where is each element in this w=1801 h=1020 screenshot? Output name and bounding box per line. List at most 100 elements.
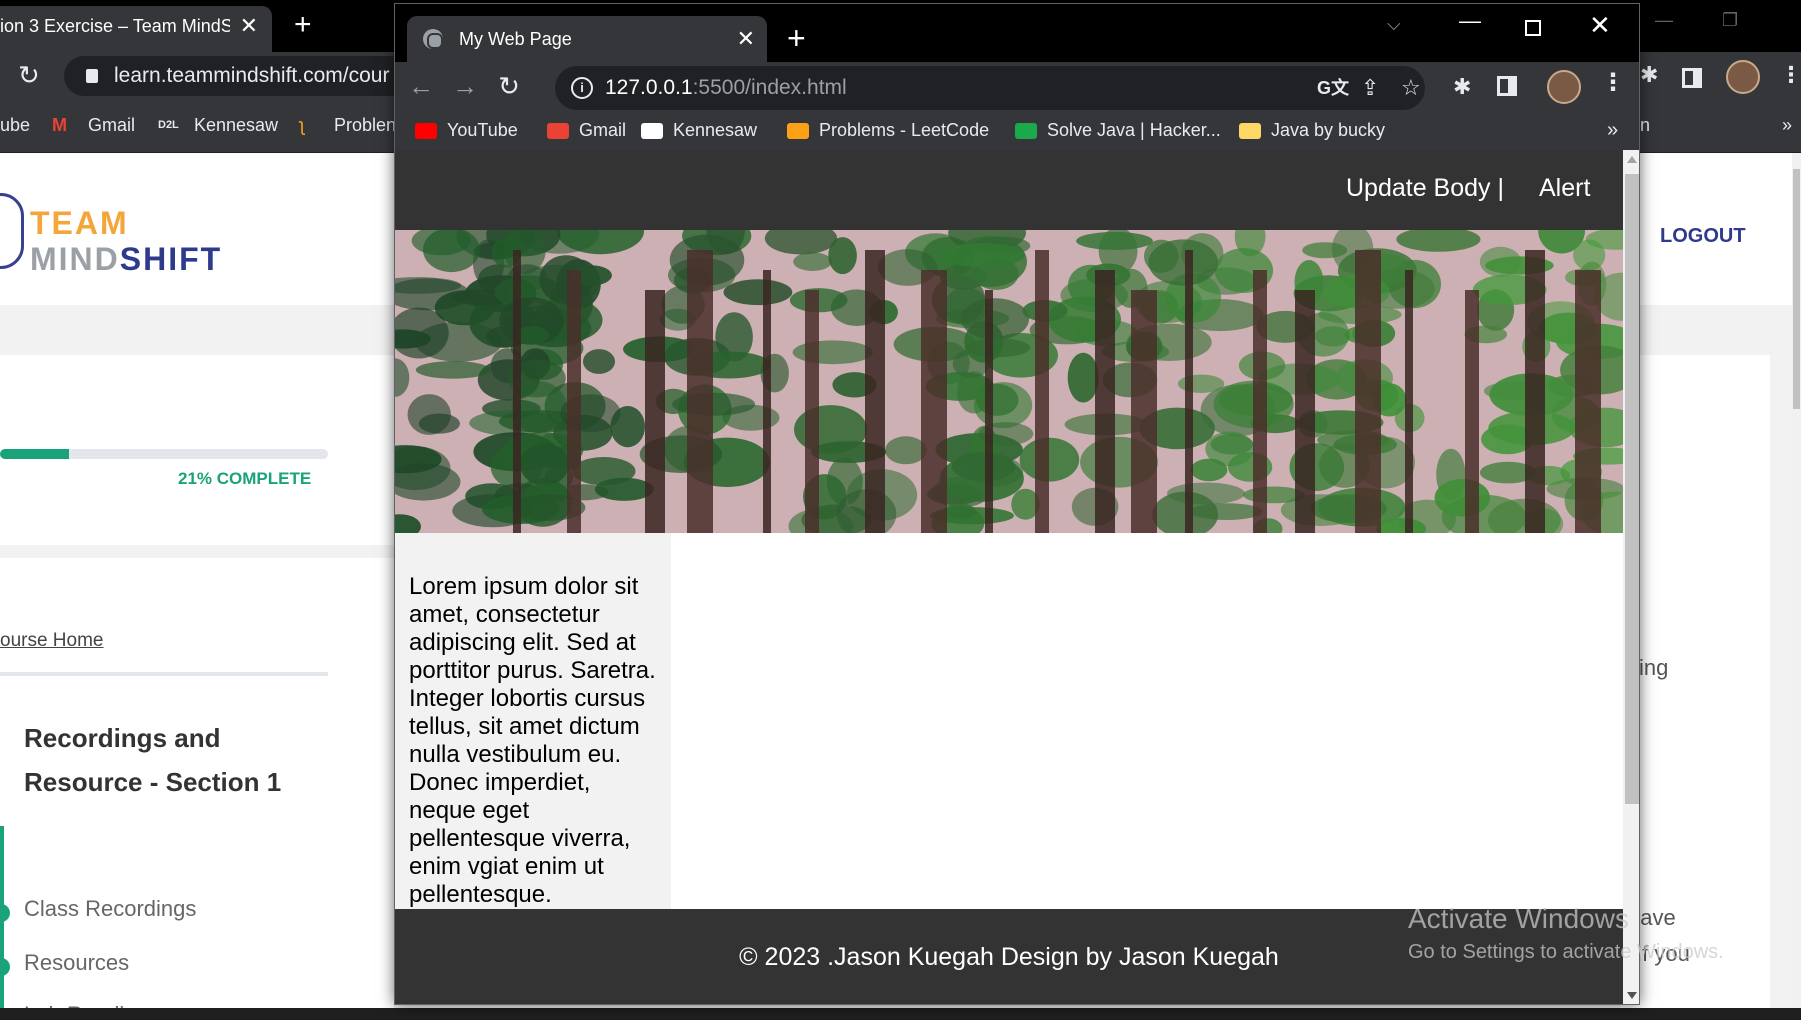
section-progress-rail xyxy=(0,826,4,1020)
background-scrollbar-thumb[interactable] xyxy=(1793,169,1800,409)
forward-arrow-icon[interactable]: → xyxy=(447,68,483,104)
bookmark-label: Gmail xyxy=(579,120,627,140)
background-scrollbar[interactable] xyxy=(1792,153,1801,1008)
background-bookmark-partial[interactable]: n xyxy=(1640,102,1650,148)
panel-divider xyxy=(0,672,328,676)
browser-toolbar: ← → ↻ i 127.0.0.1:5500/index.html G文 ⇪ ☆… xyxy=(395,62,1639,112)
share-icon[interactable]: ⇪ xyxy=(1361,66,1379,110)
background-bookmark-gmail[interactable]: Gmail xyxy=(88,102,135,148)
background-restore-icon[interactable]: ❐ xyxy=(1722,10,1738,31)
site-nav-bar: Update Body | Alert xyxy=(395,150,1623,230)
bookmark-label: Java by bucky xyxy=(1271,120,1386,140)
logo-mind-part: MIND xyxy=(30,241,120,277)
scrollbar-thumb[interactable] xyxy=(1625,174,1639,804)
bookmark-leetcode[interactable]: Problems - LeetCode xyxy=(787,112,989,148)
reload-icon[interactable]: ↻ xyxy=(491,68,527,104)
course-home-link[interactable]: ourse Home xyxy=(0,630,104,652)
address-host: 127.0.0.1 xyxy=(605,76,693,99)
d2l-icon xyxy=(641,123,663,139)
background-tab[interactable]: ion 3 Exercise – Team MindSh ✕ xyxy=(0,6,272,52)
bookmark-label: Solve Java | Hacker... xyxy=(1047,120,1221,140)
bookmarks-overflow-icon[interactable]: » xyxy=(1607,112,1618,148)
scroll-up-arrow-icon[interactable] xyxy=(1627,156,1637,163)
background-menu-icon[interactable]: ⋮ xyxy=(1780,62,1801,88)
minimize-icon[interactable]: — xyxy=(1459,8,1481,34)
translate-icon[interactable]: G文 xyxy=(1317,66,1349,110)
background-reload-icon[interactable]: ↻ xyxy=(18,60,40,91)
side-panel-icon[interactable] xyxy=(1497,76,1517,96)
progress-bar-fill xyxy=(0,449,69,459)
tab-title: My Web Page xyxy=(459,29,572,49)
address-bar[interactable]: i 127.0.0.1:5500/index.html G文 ⇪ ☆ xyxy=(555,66,1425,110)
footer-text: © 2023 .Jason Kuegah Design by Jason Kue… xyxy=(739,943,1279,971)
background-bookmark-problems[interactable]: Problen xyxy=(334,102,396,148)
logo-mindshift-text: MINDSHIFT xyxy=(30,241,222,278)
bookmark-label: Kennesaw xyxy=(673,120,758,140)
check-icon xyxy=(0,904,10,922)
background-address-bar[interactable]: learn.teammindshift.com/cour xyxy=(64,56,404,96)
leetcode-icon xyxy=(787,123,809,139)
background-bookmark-kennesaw[interactable]: Kennesaw xyxy=(194,102,278,148)
background-avatar[interactable] xyxy=(1726,60,1760,94)
background-side-panel-icon[interactable] xyxy=(1682,68,1702,88)
progress-panel: 21% COMPLETE xyxy=(0,355,394,545)
background-bookmark-youtube[interactable]: ube xyxy=(0,102,30,148)
extensions-puzzle-icon[interactable]: ✱ xyxy=(1453,74,1471,100)
tab-my-web-page[interactable]: My Web Page ✕ xyxy=(407,16,767,62)
page-viewport: Update Body | Alert Lorem ipsum dolor si… xyxy=(395,150,1639,1004)
background-tab-close-icon[interactable]: ✕ xyxy=(240,6,258,46)
background-bookmarks-more-icon[interactable]: » xyxy=(1782,102,1792,148)
scroll-down-arrow-icon[interactable] xyxy=(1627,992,1637,999)
foreground-browser-window: My Web Page ✕ + ⌵ — ✕ ← → ↻ i 127.0.0.1:… xyxy=(394,3,1640,1005)
site-info-icon[interactable]: i xyxy=(571,77,593,99)
progress-bar xyxy=(0,449,328,459)
logo-shift-part: SHIFT xyxy=(119,241,223,277)
bookmark-gmail[interactable]: Gmail xyxy=(547,112,626,148)
main-content xyxy=(671,533,1623,909)
section-item-class-recordings[interactable]: Class Recordings xyxy=(24,896,196,922)
bookmark-hackerrank[interactable]: Solve Java | Hacker... xyxy=(1015,112,1221,148)
kebab-menu-icon[interactable]: ⋮ xyxy=(1601,68,1625,97)
hackerrank-icon xyxy=(1015,123,1037,139)
background-text-snippet: If you xyxy=(1636,941,1690,966)
section-item-resources[interactable]: Resources xyxy=(24,950,129,976)
new-tab-icon[interactable]: + xyxy=(787,18,806,58)
bookmark-kennesaw[interactable]: Kennesaw xyxy=(641,112,757,148)
section-title: Recordings and Resource - Section 1 xyxy=(24,723,282,797)
bookmark-folder-java-by-bucky[interactable]: Java by bucky xyxy=(1239,112,1385,148)
update-body-link[interactable]: Update Body | xyxy=(1346,174,1504,203)
youtube-icon xyxy=(415,123,437,139)
taskbar xyxy=(0,1008,1801,1020)
background-extensions-icon[interactable]: ✱ xyxy=(1640,62,1658,88)
sidebar: Lorem ipsum dolor sit amet, consectetur … xyxy=(395,533,671,909)
progress-label: 21% COMPLETE xyxy=(178,469,312,488)
page-scrollbar[interactable] xyxy=(1623,150,1639,1004)
background-minimize-icon[interactable]: — xyxy=(1655,10,1673,31)
background-content-panel: sing have If you xyxy=(1620,355,1770,1008)
address-url: 127.0.0.1:5500/index.html xyxy=(605,66,847,110)
leetcode-icon: ʅ xyxy=(300,115,304,135)
d2l-icon: D2L xyxy=(158,119,179,131)
background-new-tab-icon[interactable]: + xyxy=(294,8,312,42)
background-url-text: learn.teammindshift.com/cour xyxy=(114,64,390,87)
folder-icon xyxy=(1239,123,1261,139)
logo-mark-icon xyxy=(0,193,24,269)
logo-team-text: TEAM xyxy=(30,205,129,241)
bookmark-label: Problems - LeetCode xyxy=(819,120,990,140)
course-nav-panel: ourse Home Recordings and Resource - Sec… xyxy=(0,558,394,1020)
maximize-icon[interactable] xyxy=(1525,20,1541,36)
bookmark-youtube[interactable]: YouTube xyxy=(415,112,518,148)
profile-avatar[interactable] xyxy=(1547,70,1581,104)
tab-close-icon[interactable]: ✕ xyxy=(737,16,755,62)
site-footer: © 2023 .Jason Kuegah Design by Jason Kue… xyxy=(395,909,1623,1004)
address-path: :5500/index.html xyxy=(692,76,847,99)
alert-link[interactable]: Alert xyxy=(1539,174,1590,203)
bookmark-label: YouTube xyxy=(447,120,518,140)
tab-search-chevron-down-icon[interactable]: ⌵ xyxy=(1387,14,1401,35)
globe-icon xyxy=(423,29,443,49)
bookmark-star-icon[interactable]: ☆ xyxy=(1401,66,1421,110)
sidebar-paragraph: Lorem ipsum dolor sit amet, consectetur … xyxy=(409,573,656,908)
logout-link[interactable]: LOGOUT xyxy=(1660,225,1746,248)
back-arrow-icon[interactable]: ← xyxy=(403,68,439,104)
window-close-icon[interactable]: ✕ xyxy=(1589,10,1611,41)
